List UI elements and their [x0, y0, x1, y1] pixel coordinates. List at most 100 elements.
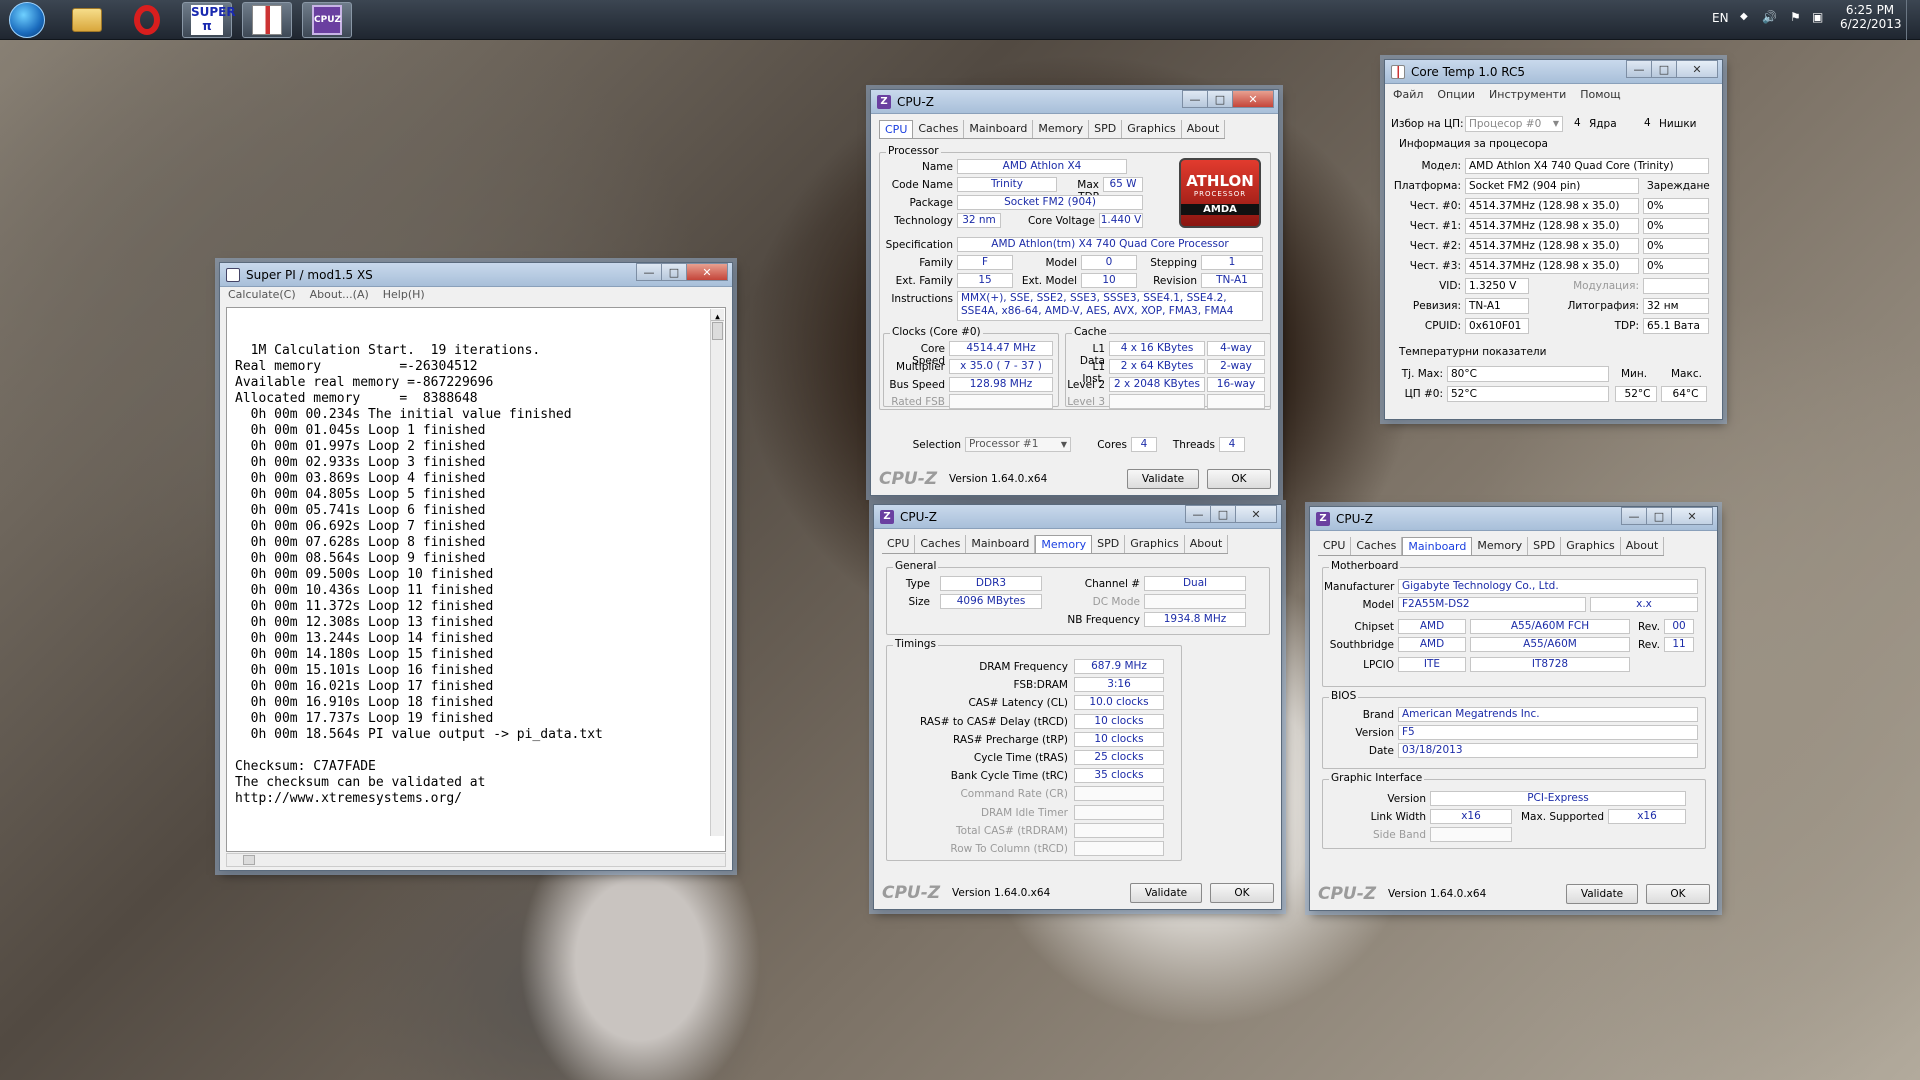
- close-button[interactable]: ✕: [686, 263, 728, 281]
- ok-button[interactable]: OK: [1207, 469, 1271, 489]
- taskbar-coretemp[interactable]: [242, 2, 292, 38]
- cpuz-titlebar[interactable]: Z CPU-Z — □ ✕: [871, 90, 1278, 114]
- menu-about[interactable]: About...(A): [310, 288, 369, 306]
- tab-about[interactable]: About: [1182, 120, 1226, 138]
- sideband-value: [1430, 827, 1512, 842]
- cpuz-mainboard-window: Z CPU-Z — □ ✕ CPU Caches Mainboard Memory SPD Gr…: [1309, 506, 1718, 911]
- maximize-button[interactable]: □: [1207, 90, 1233, 108]
- tab-mainboard[interactable]: Mainboard: [1402, 537, 1473, 555]
- volume-icon[interactable]: 🔊: [1762, 10, 1777, 24]
- core-load-value: 0%: [1643, 218, 1709, 234]
- tab-memory[interactable]: Memory: [1472, 537, 1529, 555]
- taskbar-cpuz[interactable]: CPUZ: [302, 2, 352, 38]
- processor-select[interactable]: Processor #1 ▼: [965, 437, 1071, 452]
- busspeed-value: 128.98 MHz: [949, 377, 1053, 392]
- tray-expand-icon[interactable]: ◆: [1740, 11, 1748, 22]
- menu-file[interactable]: Файл: [1393, 88, 1423, 106]
- timing-value: 25 clocks: [1074, 750, 1164, 765]
- network-icon[interactable]: ▣: [1812, 10, 1823, 24]
- maximize-button[interactable]: □: [1646, 507, 1672, 525]
- cpuz-footer: CPU-Z Version 1.64.0.x64 Validate OK: [879, 469, 1271, 489]
- minimize-button[interactable]: —: [636, 263, 662, 281]
- coretemp-window: Core Temp 1.0 RC5 — □ ✕ Файл Опции Инструмен…: [1384, 59, 1723, 420]
- tab-spd[interactable]: SPD: [1092, 535, 1126, 553]
- model-label: Модел:: [1421, 160, 1461, 172]
- cpuz-cpu-window: Z CPU-Z — □ ✕ CPU Caches Mainboard Memory SPD Gr…: [870, 89, 1279, 496]
- threads-count: 4: [1644, 117, 1651, 129]
- tab-cpu[interactable]: CPU: [879, 120, 914, 138]
- close-button[interactable]: ✕: [1232, 90, 1274, 108]
- scroll-up-icon[interactable]: ▲: [711, 309, 724, 321]
- cpuz-titlebar[interactable]: Z CPU-Z — □ ✕: [1310, 507, 1717, 531]
- close-button[interactable]: ✕: [1676, 60, 1718, 78]
- ok-button[interactable]: OK: [1210, 883, 1274, 903]
- minimize-button[interactable]: —: [1621, 507, 1647, 525]
- modulation-label: Модулация:: [1573, 280, 1639, 292]
- clock[interactable]: 6:25 PM 6/22/2013: [1840, 3, 1902, 31]
- group-title: Timings: [893, 638, 938, 650]
- cpuz-titlebar[interactable]: Z CPU-Z — □ ✕: [874, 505, 1281, 529]
- output-line: 1M Calculation Start. 19 iterations.: [235, 343, 541, 358]
- tab-spd[interactable]: SPD: [1528, 537, 1562, 555]
- maximize-button[interactable]: □: [1651, 60, 1677, 78]
- tab-spd[interactable]: SPD: [1089, 120, 1123, 138]
- validate-button[interactable]: Validate: [1127, 469, 1199, 489]
- southbridge-label: Southbridge: [1329, 639, 1394, 651]
- cpuz-logo: CPU-Z: [879, 469, 938, 489]
- tab-mainboard[interactable]: Mainboard: [964, 120, 1034, 138]
- menu-calculate[interactable]: Calculate(C): [228, 288, 296, 306]
- vertical-scrollbar[interactable]: ▲: [710, 309, 724, 836]
- chipset-rev-label: Rev.: [1637, 621, 1660, 633]
- superpi-titlebar[interactable]: Super PI / mod1.5 XS — □ ✕: [220, 263, 732, 287]
- tab-about[interactable]: About: [1185, 535, 1229, 553]
- taskbar-opera[interactable]: [122, 2, 172, 38]
- tab-caches[interactable]: Caches: [1351, 537, 1403, 555]
- menu-options[interactable]: Опции: [1437, 88, 1475, 106]
- horizontal-scrollbar[interactable]: [226, 853, 726, 867]
- validate-button[interactable]: Validate: [1130, 883, 1202, 903]
- output-line: 0h 00m 08.564s Loop 9 finished: [235, 551, 486, 566]
- close-button[interactable]: ✕: [1671, 507, 1713, 525]
- action-center-icon[interactable]: ⚑: [1790, 10, 1801, 24]
- menu-help[interactable]: Помощ: [1580, 88, 1620, 106]
- tab-graphics[interactable]: Graphics: [1561, 537, 1621, 555]
- tab-cpu[interactable]: CPU: [1318, 537, 1352, 555]
- hscroll-thumb[interactable]: [243, 855, 255, 865]
- tab-caches[interactable]: Caches: [913, 120, 965, 138]
- southbridge-rev-label: Rev.: [1637, 639, 1660, 651]
- minimize-button[interactable]: —: [1185, 505, 1211, 523]
- level2-ways: 16-way: [1207, 377, 1265, 392]
- coretemp-titlebar[interactable]: Core Temp 1.0 RC5 — □ ✕: [1385, 60, 1722, 84]
- dcmode-value: [1144, 594, 1246, 609]
- tab-memory[interactable]: Memory: [1035, 535, 1093, 553]
- scroll-thumb[interactable]: [712, 322, 723, 340]
- minimize-button[interactable]: —: [1182, 90, 1208, 108]
- show-desktop-button[interactable]: [1906, 0, 1920, 40]
- close-button[interactable]: ✕: [1235, 505, 1277, 523]
- tab-graphics[interactable]: Graphics: [1122, 120, 1182, 138]
- tab-memory[interactable]: Memory: [1033, 120, 1090, 138]
- taskbar-explorer[interactable]: [62, 2, 112, 38]
- output-text[interactable]: 1M Calculation Start. 19 iterations. Real…: [226, 307, 726, 852]
- menu-help[interactable]: Help(H): [383, 288, 425, 306]
- taskbar-superpi[interactable]: SUPER π: [182, 2, 236, 38]
- tab-about[interactable]: About: [1621, 537, 1665, 555]
- minimize-button[interactable]: —: [1626, 60, 1652, 78]
- tab-cpu[interactable]: CPU: [882, 535, 916, 553]
- cpu-select[interactable]: Процесор #0 ▼: [1465, 116, 1563, 132]
- maximize-button[interactable]: □: [1210, 505, 1236, 523]
- validate-button[interactable]: Validate: [1566, 884, 1638, 904]
- tab-caches[interactable]: Caches: [915, 535, 967, 553]
- start-button[interactable]: [2, 2, 52, 38]
- language-indicator[interactable]: EN: [1712, 11, 1729, 25]
- tab-graphics[interactable]: Graphics: [1125, 535, 1185, 553]
- ok-button[interactable]: OK: [1646, 884, 1710, 904]
- cpuz-app-icon: Z: [1316, 511, 1330, 526]
- maximize-button[interactable]: □: [661, 263, 687, 281]
- revision-label: Revision: [1153, 275, 1197, 287]
- chipset-vendor: AMD: [1398, 619, 1466, 634]
- family-value: F: [957, 255, 1013, 270]
- tab-mainboard[interactable]: Mainboard: [966, 535, 1036, 553]
- lpcio-label: LPCIO: [1363, 659, 1394, 671]
- menu-tools[interactable]: Инструменти: [1489, 88, 1566, 106]
